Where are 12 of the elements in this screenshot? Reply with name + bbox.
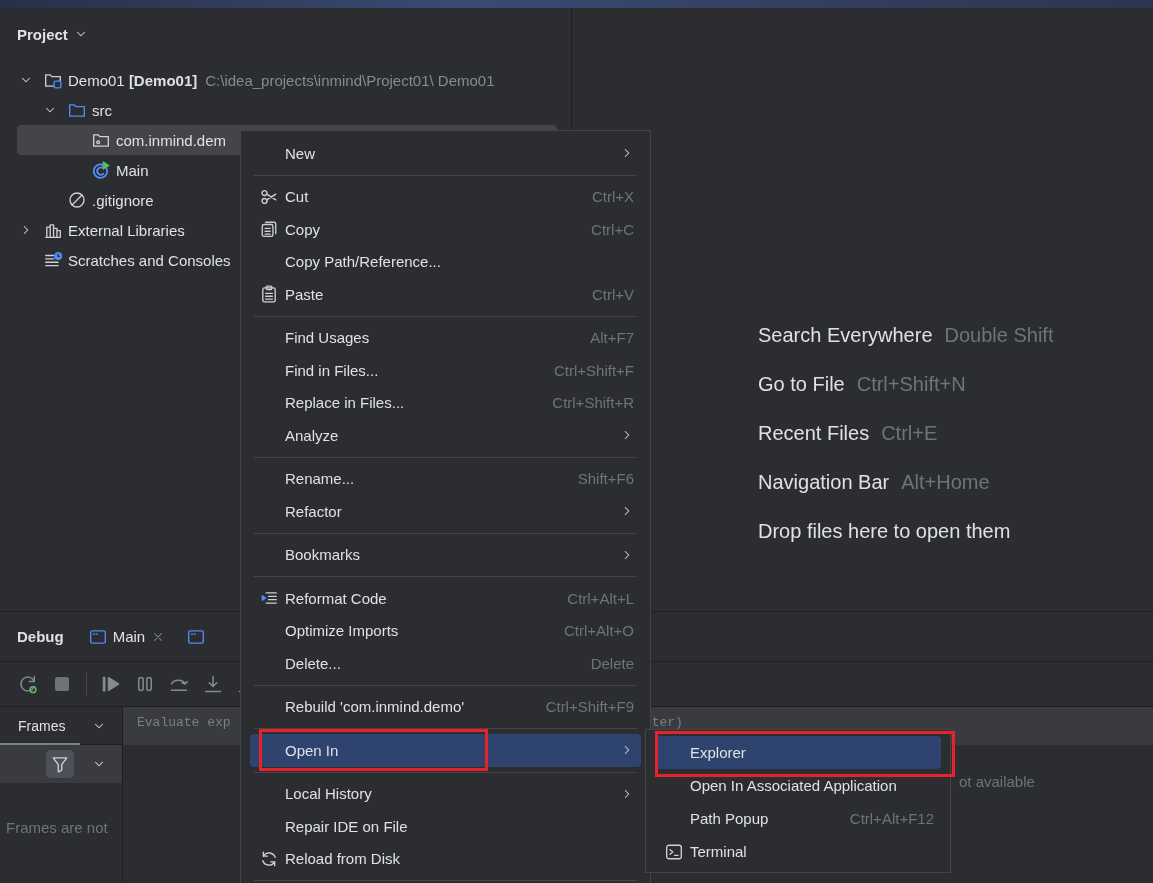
hint-shortcut: Double Shift [944, 324, 1054, 347]
hint-shortcut: Alt+Home [901, 471, 990, 494]
hint-label: Search Everywhere [758, 324, 933, 347]
hint-shortcut: Ctrl+E [881, 422, 938, 445]
hint-label: Go to File [758, 373, 845, 396]
empty-message: Frames are not [5, 818, 109, 836]
empty-message: ot available [959, 773, 1035, 790]
panel-title: Debug [17, 628, 64, 645]
hint-label: Navigation Bar [758, 471, 890, 494]
hint-label: Drop files here to open them [758, 520, 1011, 543]
hint-label: Recent Files [758, 422, 870, 445]
hint-shortcut: Ctrl+Shift+N [856, 373, 966, 396]
